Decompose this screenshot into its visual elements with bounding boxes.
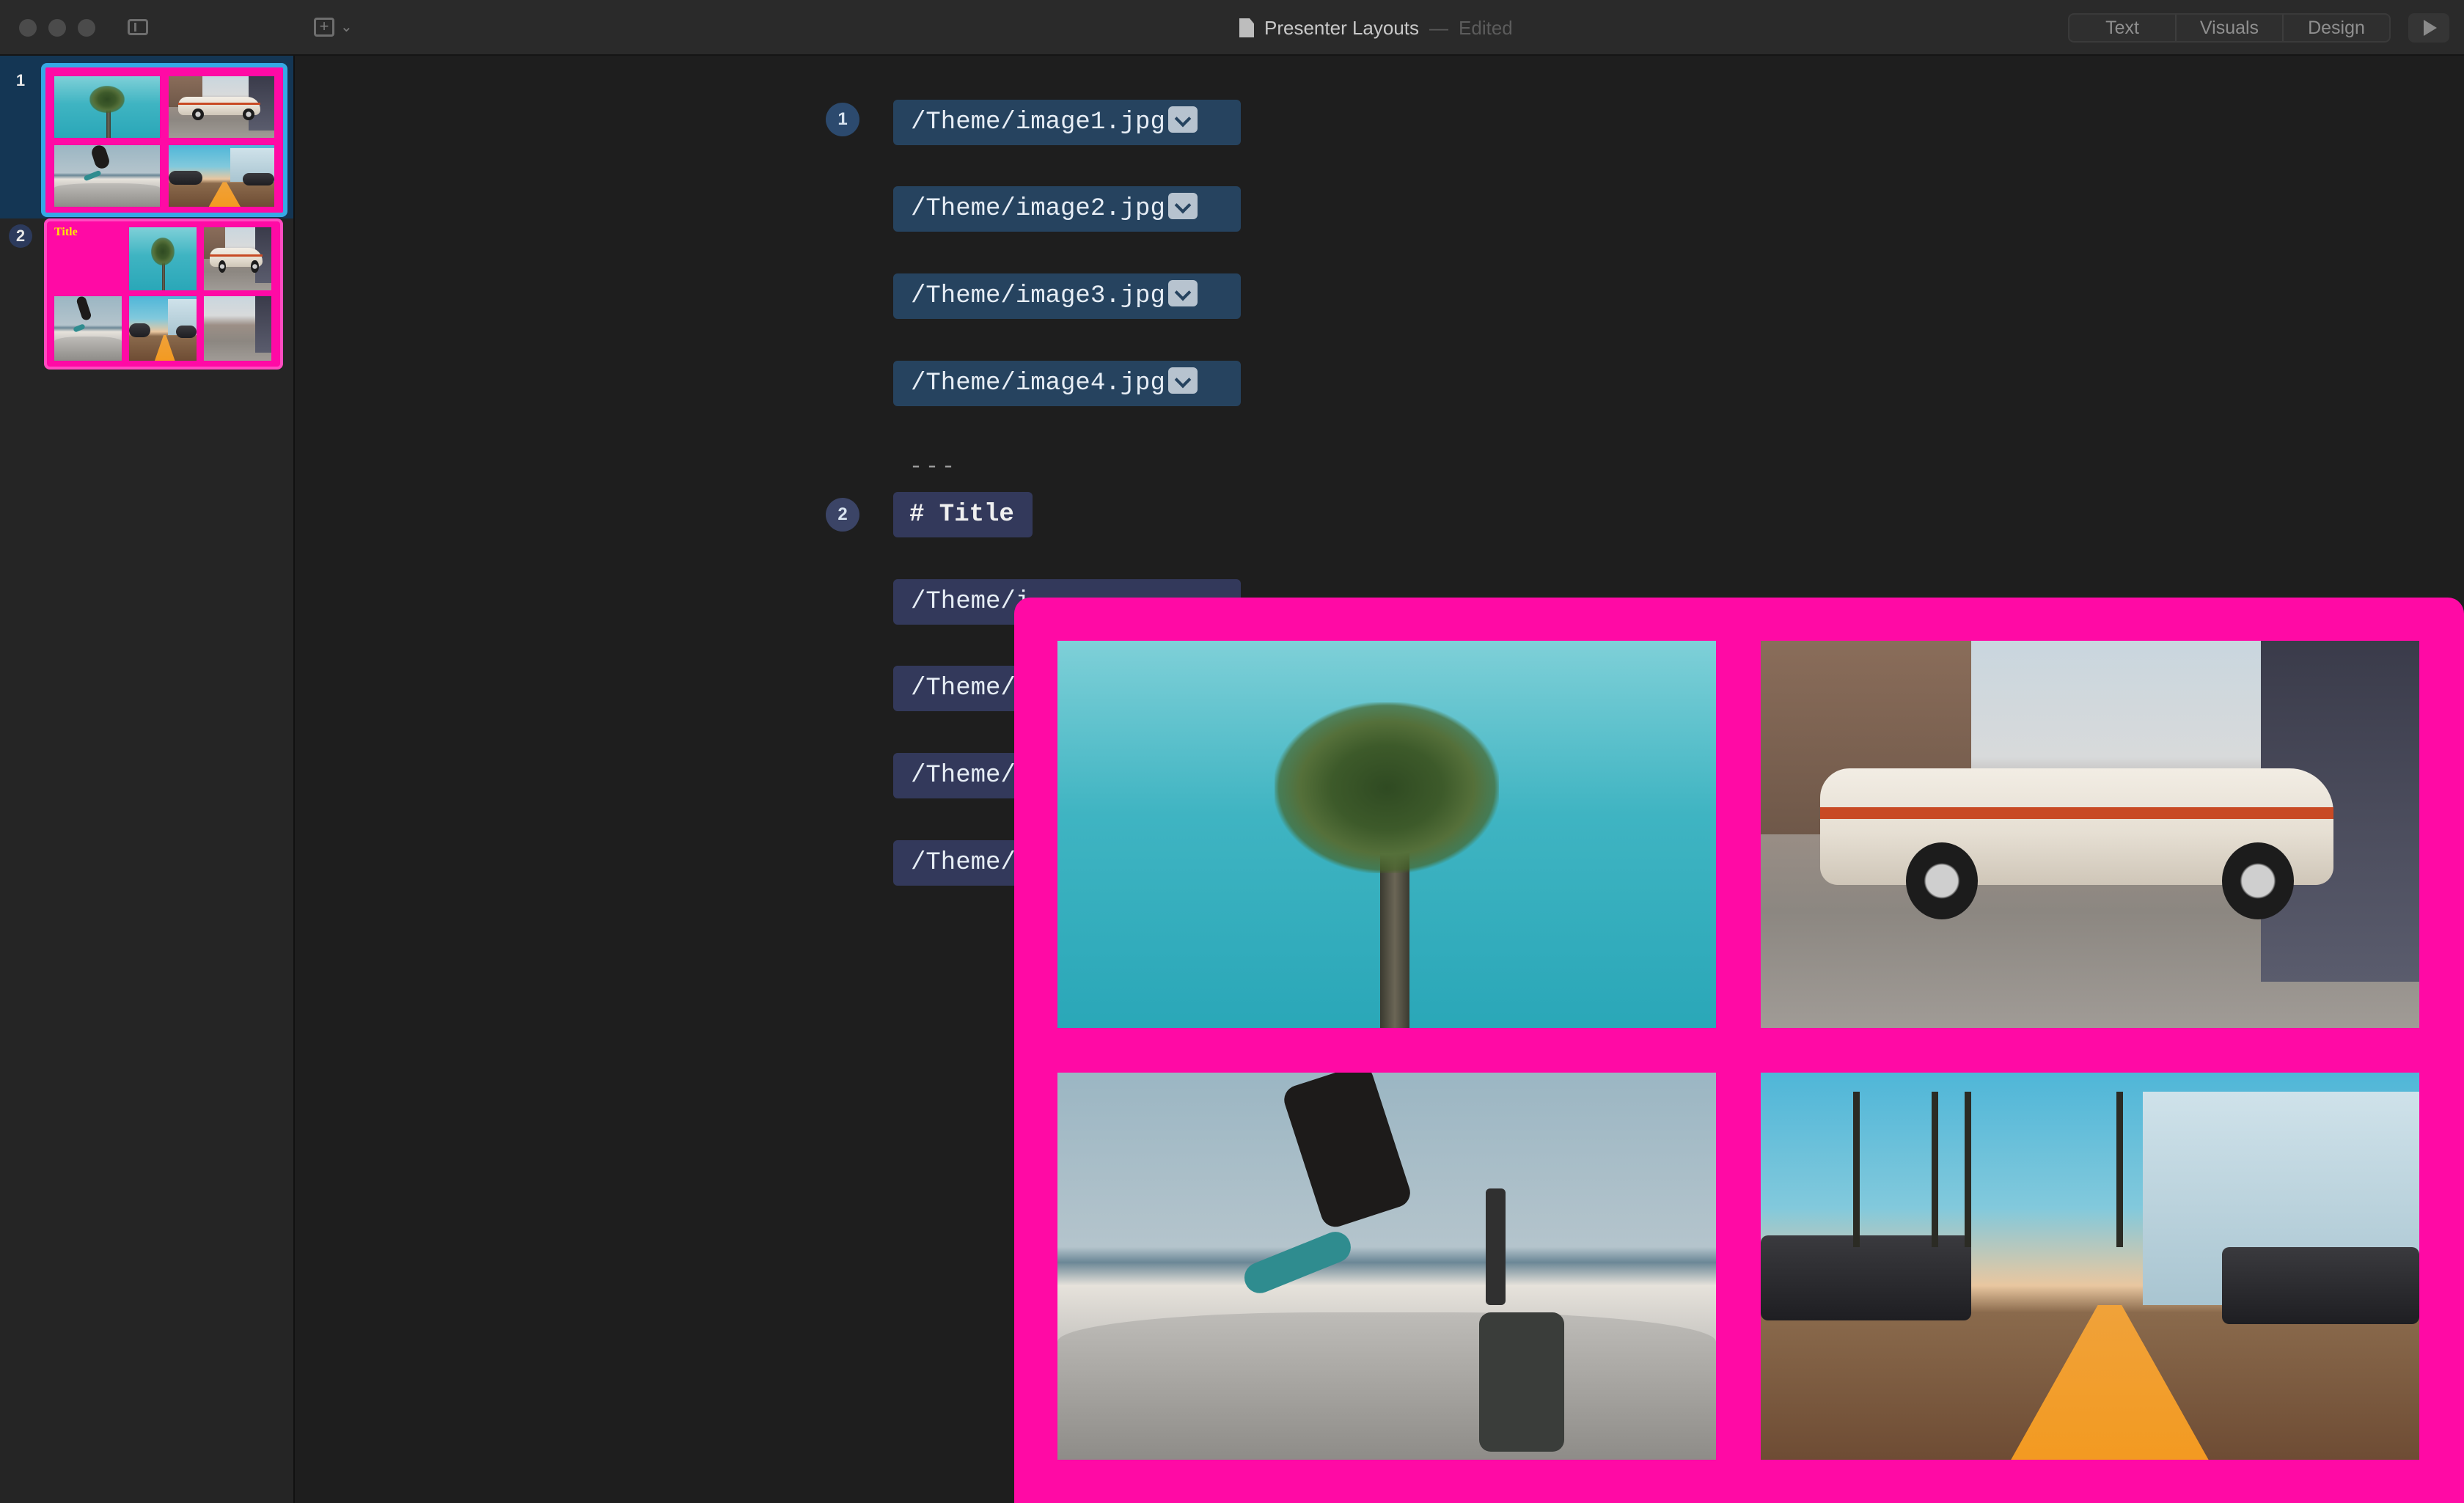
chevron-down-icon[interactable] [1167, 193, 1198, 220]
slide-number: 1 [15, 71, 26, 89]
add-slide-button[interactable]: + ⌄ [314, 18, 358, 38]
thumb-image-skate [54, 143, 160, 207]
visuals-view-button[interactable]: Visuals [2177, 15, 2284, 41]
chevron-down-icon[interactable] [1167, 106, 1198, 133]
play-button[interactable] [2408, 13, 2449, 43]
document-title: Presenter Layouts — Edited [1239, 15, 1513, 41]
image-path: /Theme/ [911, 849, 1016, 877]
slide-number: 2 [9, 224, 32, 248]
app-window: + ⌄ Presenter Layouts — Edited Text Visu… [0, 0, 2464, 1503]
image-path: /Theme/image3.jpg [911, 282, 1165, 310]
document-name: Presenter Layouts [1264, 16, 1420, 39]
title-separator: — [1429, 16, 1449, 39]
view-segmented-control: Text Visuals Design [2068, 13, 2391, 43]
image-token-3[interactable]: /Theme/image3.jpg [893, 273, 1241, 319]
image-token-6[interactable]: /Theme/ [893, 666, 1018, 711]
chevron-down-icon: ⌄ [340, 19, 353, 35]
thumb-image-palm [129, 227, 197, 290]
text-view-button[interactable]: Text [2069, 15, 2177, 41]
image-path: /Theme/i [911, 588, 1031, 616]
preview-image-street-sunset [1761, 1073, 2419, 1460]
image-path: /Theme/image2.jpg [911, 195, 1165, 223]
thumb-title: Title [54, 226, 78, 238]
document-icon [1239, 18, 1254, 37]
image-path: /Theme/image1.jpg [911, 109, 1165, 136]
title-bar: + ⌄ Presenter Layouts — Edited Text Visu… [0, 0, 2464, 56]
thumb-image-car [169, 76, 274, 138]
heading-token[interactable]: # Title [893, 492, 1033, 537]
image-token-2[interactable]: /Theme/image2.jpg [893, 186, 1241, 232]
design-view-button[interactable]: Design [2284, 15, 2389, 41]
slide-item-1[interactable]: 1 [0, 56, 293, 218]
preview-image-palm-tree [1057, 641, 1716, 1028]
thumb-image-street [129, 296, 197, 361]
thumb-image-street [169, 145, 274, 207]
image-token-1[interactable]: /Theme/image1.jpg [893, 100, 1241, 145]
minimize-window-button[interactable] [48, 19, 66, 37]
layout-preview [1014, 598, 2464, 1503]
zoom-window-button[interactable] [78, 19, 95, 37]
chevron-down-icon[interactable] [1167, 280, 1198, 307]
slide-navigator: 1 2 Title [0, 56, 295, 1503]
slide-separator: --- [909, 455, 958, 479]
thumb-image-skate [54, 295, 122, 361]
slide-badge-1[interactable]: 1 [826, 103, 859, 136]
thumb-image-palm [54, 76, 160, 138]
preview-image-skateboarder [1057, 1073, 1716, 1460]
edited-status: Edited [1459, 16, 1513, 39]
image-path: /Theme/image4.jpg [911, 370, 1165, 397]
image-token-8[interactable]: /Theme/ [893, 840, 1018, 886]
sidebar-icon[interactable] [128, 19, 148, 35]
slide-badge-2[interactable]: 2 [826, 498, 859, 532]
preview-image-classic-car [1761, 641, 2419, 1028]
thumb-image-car-alt [204, 296, 271, 361]
slide-item-2[interactable]: 2 Title [0, 218, 293, 372]
chevron-down-icon[interactable] [1167, 367, 1198, 394]
image-path: /Theme/ [911, 762, 1016, 790]
slide-thumbnail[interactable]: Title [44, 218, 283, 370]
image-token-4[interactable]: /Theme/image4.jpg [893, 361, 1241, 406]
close-window-button[interactable] [19, 19, 37, 37]
image-path: /Theme/ [911, 675, 1016, 702]
thumb-image-car [204, 227, 271, 290]
add-slide-icon: + [314, 18, 334, 37]
image-token-7[interactable]: /Theme/ [893, 753, 1018, 798]
slide-thumbnail[interactable] [41, 63, 287, 217]
